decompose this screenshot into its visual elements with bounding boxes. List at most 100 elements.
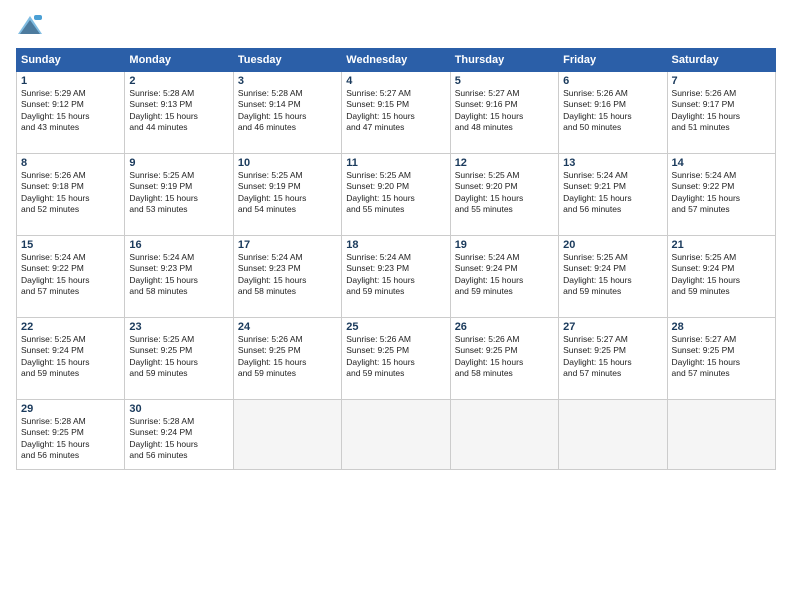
day-info: Sunrise: 5:27 AM Sunset: 9:25 PM Dayligh… [672,334,771,380]
day-info: Sunrise: 5:24 AM Sunset: 9:22 PM Dayligh… [672,170,771,216]
table-row: 16 Sunrise: 5:24 AM Sunset: 9:23 PM Dayl… [125,236,233,318]
day-number: 2 [129,75,228,87]
table-row: 7 Sunrise: 5:26 AM Sunset: 9:17 PM Dayli… [667,72,775,154]
day-number: 21 [672,239,771,251]
day-number: 25 [346,321,445,333]
day-info: Sunrise: 5:25 AM Sunset: 9:19 PM Dayligh… [129,170,228,216]
table-row: 2 Sunrise: 5:28 AM Sunset: 9:13 PM Dayli… [125,72,233,154]
day-info: Sunrise: 5:24 AM Sunset: 9:23 PM Dayligh… [346,252,445,298]
col-wednesday: Wednesday [342,49,450,72]
day-info: Sunrise: 5:25 AM Sunset: 9:24 PM Dayligh… [21,334,120,380]
day-number: 4 [346,75,445,87]
day-info: Sunrise: 5:29 AM Sunset: 9:12 PM Dayligh… [21,88,120,134]
day-info: Sunrise: 5:26 AM Sunset: 9:25 PM Dayligh… [238,334,337,380]
table-row: 14 Sunrise: 5:24 AM Sunset: 9:22 PM Dayl… [667,154,775,236]
day-number: 8 [21,157,120,169]
day-number: 7 [672,75,771,87]
day-number: 12 [455,157,554,169]
table-row [450,400,558,470]
day-info: Sunrise: 5:25 AM Sunset: 9:20 PM Dayligh… [346,170,445,216]
table-row: 15 Sunrise: 5:24 AM Sunset: 9:22 PM Dayl… [17,236,125,318]
table-row: 30 Sunrise: 5:28 AM Sunset: 9:24 PM Dayl… [125,400,233,470]
day-number: 22 [21,321,120,333]
day-number: 15 [21,239,120,251]
day-info: Sunrise: 5:27 AM Sunset: 9:25 PM Dayligh… [563,334,662,380]
day-info: Sunrise: 5:26 AM Sunset: 9:25 PM Dayligh… [346,334,445,380]
table-row: 24 Sunrise: 5:26 AM Sunset: 9:25 PM Dayl… [233,318,341,400]
day-number: 14 [672,157,771,169]
table-row: 20 Sunrise: 5:25 AM Sunset: 9:24 PM Dayl… [559,236,667,318]
logo [16,12,48,40]
day-number: 19 [455,239,554,251]
table-row [233,400,341,470]
day-number: 3 [238,75,337,87]
table-row: 11 Sunrise: 5:25 AM Sunset: 9:20 PM Dayl… [342,154,450,236]
table-row: 9 Sunrise: 5:25 AM Sunset: 9:19 PM Dayli… [125,154,233,236]
day-info: Sunrise: 5:25 AM Sunset: 9:20 PM Dayligh… [455,170,554,216]
day-number: 11 [346,157,445,169]
day-number: 23 [129,321,228,333]
day-number: 6 [563,75,662,87]
day-number: 13 [563,157,662,169]
day-number: 28 [672,321,771,333]
day-info: Sunrise: 5:26 AM Sunset: 9:25 PM Dayligh… [455,334,554,380]
page: Sunday Monday Tuesday Wednesday Thursday… [0,0,792,612]
day-info: Sunrise: 5:24 AM Sunset: 9:21 PM Dayligh… [563,170,662,216]
day-number: 17 [238,239,337,251]
day-info: Sunrise: 5:24 AM Sunset: 9:23 PM Dayligh… [129,252,228,298]
col-saturday: Saturday [667,49,775,72]
day-info: Sunrise: 5:28 AM Sunset: 9:13 PM Dayligh… [129,88,228,134]
table-row: 19 Sunrise: 5:24 AM Sunset: 9:24 PM Dayl… [450,236,558,318]
calendar: Sunday Monday Tuesday Wednesday Thursday… [16,48,776,470]
day-info: Sunrise: 5:25 AM Sunset: 9:19 PM Dayligh… [238,170,337,216]
day-number: 30 [129,403,228,415]
col-tuesday: Tuesday [233,49,341,72]
day-number: 10 [238,157,337,169]
table-row: 8 Sunrise: 5:26 AM Sunset: 9:18 PM Dayli… [17,154,125,236]
day-number: 9 [129,157,228,169]
table-row: 28 Sunrise: 5:27 AM Sunset: 9:25 PM Dayl… [667,318,775,400]
day-info: Sunrise: 5:27 AM Sunset: 9:15 PM Dayligh… [346,88,445,134]
table-row: 26 Sunrise: 5:26 AM Sunset: 9:25 PM Dayl… [450,318,558,400]
day-info: Sunrise: 5:26 AM Sunset: 9:17 PM Dayligh… [672,88,771,134]
day-info: Sunrise: 5:26 AM Sunset: 9:16 PM Dayligh… [563,88,662,134]
day-number: 18 [346,239,445,251]
day-info: Sunrise: 5:28 AM Sunset: 9:25 PM Dayligh… [21,416,120,462]
day-number: 29 [21,403,120,415]
col-monday: Monday [125,49,233,72]
col-sunday: Sunday [17,49,125,72]
day-info: Sunrise: 5:26 AM Sunset: 9:18 PM Dayligh… [21,170,120,216]
table-row: 17 Sunrise: 5:24 AM Sunset: 9:23 PM Dayl… [233,236,341,318]
table-row: 23 Sunrise: 5:25 AM Sunset: 9:25 PM Dayl… [125,318,233,400]
day-info: Sunrise: 5:24 AM Sunset: 9:24 PM Dayligh… [455,252,554,298]
table-row: 29 Sunrise: 5:28 AM Sunset: 9:25 PM Dayl… [17,400,125,470]
table-row: 21 Sunrise: 5:25 AM Sunset: 9:24 PM Dayl… [667,236,775,318]
col-friday: Friday [559,49,667,72]
day-number: 5 [455,75,554,87]
day-number: 16 [129,239,228,251]
table-row: 4 Sunrise: 5:27 AM Sunset: 9:15 PM Dayli… [342,72,450,154]
logo-icon [16,12,44,40]
table-row [559,400,667,470]
day-number: 1 [21,75,120,87]
day-number: 20 [563,239,662,251]
table-row: 10 Sunrise: 5:25 AM Sunset: 9:19 PM Dayl… [233,154,341,236]
day-info: Sunrise: 5:27 AM Sunset: 9:16 PM Dayligh… [455,88,554,134]
table-row [667,400,775,470]
table-row: 25 Sunrise: 5:26 AM Sunset: 9:25 PM Dayl… [342,318,450,400]
table-row: 6 Sunrise: 5:26 AM Sunset: 9:16 PM Dayli… [559,72,667,154]
table-row: 22 Sunrise: 5:25 AM Sunset: 9:24 PM Dayl… [17,318,125,400]
weekday-header-row: Sunday Monday Tuesday Wednesday Thursday… [17,49,776,72]
table-row: 1 Sunrise: 5:29 AM Sunset: 9:12 PM Dayli… [17,72,125,154]
day-number: 27 [563,321,662,333]
table-row: 3 Sunrise: 5:28 AM Sunset: 9:14 PM Dayli… [233,72,341,154]
day-info: Sunrise: 5:25 AM Sunset: 9:24 PM Dayligh… [563,252,662,298]
day-info: Sunrise: 5:24 AM Sunset: 9:22 PM Dayligh… [21,252,120,298]
day-info: Sunrise: 5:28 AM Sunset: 9:24 PM Dayligh… [129,416,228,462]
day-number: 26 [455,321,554,333]
table-row [342,400,450,470]
header [16,12,776,40]
table-row: 27 Sunrise: 5:27 AM Sunset: 9:25 PM Dayl… [559,318,667,400]
day-info: Sunrise: 5:25 AM Sunset: 9:25 PM Dayligh… [129,334,228,380]
day-info: Sunrise: 5:24 AM Sunset: 9:23 PM Dayligh… [238,252,337,298]
